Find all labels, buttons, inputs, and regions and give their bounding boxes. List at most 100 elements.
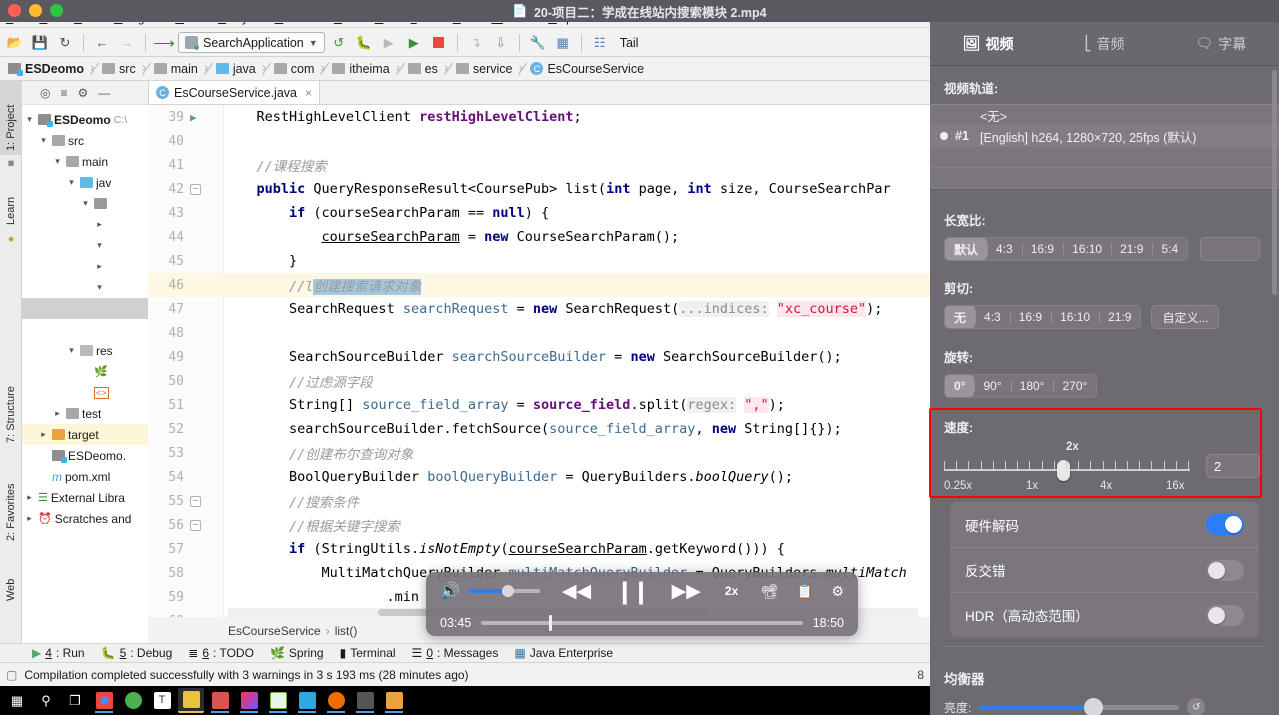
speed-value-input[interactable]: 2: [1206, 454, 1260, 478]
bottom-tab-run[interactable]: ▶4: Run: [32, 646, 85, 660]
toggle-switch[interactable]: [1206, 514, 1244, 535]
code-editor[interactable]: 39▶ RestHighLevelClient restHighLevelCli…: [148, 105, 930, 617]
more-options-icon[interactable]: ⚙: [831, 583, 844, 600]
brightness-reset-icon[interactable]: ↺: [1187, 698, 1205, 715]
aspect-ratio-option-默认[interactable]: 默认: [945, 238, 987, 260]
maximize-window-button[interactable]: [50, 4, 63, 17]
code-line-57[interactable]: 57 if (StringUtils.isNotEmpty(courseSear…: [148, 537, 930, 561]
tree-expand-arrow[interactable]: ▸: [24, 492, 35, 503]
toggle-switch[interactable]: [1206, 560, 1244, 581]
run-gutter-icon[interactable]: ▶: [190, 111, 197, 124]
tree-expand-arrow[interactable]: ▸: [24, 513, 35, 524]
crop-option-21:9[interactable]: 21:9: [1099, 306, 1140, 328]
editor-breadcrumb-method[interactable]: list(): [335, 624, 358, 638]
breadcrumb-item-com[interactable]: com: [274, 62, 318, 76]
tree-node-test[interactable]: ▸test: [22, 403, 148, 424]
sidebar-item-favorites[interactable]: 2: Favorites: [0, 453, 22, 545]
seek-slider[interactable]: [481, 621, 802, 625]
breadcrumb-item-main[interactable]: main: [154, 62, 201, 76]
code-line-51[interactable]: 51 String[] source_field_array = source_…: [148, 393, 930, 417]
project-structure-icon[interactable]: ▦: [552, 32, 574, 54]
stop-icon[interactable]: [428, 32, 450, 54]
code-fold-toggle[interactable]: –: [190, 184, 201, 195]
search-icon[interactable]: ⚲: [33, 688, 59, 713]
collapse-all-icon[interactable]: ≡: [60, 86, 67, 100]
sdk-icon[interactable]: ☷: [589, 32, 611, 54]
aspect-ratio-option-16:9[interactable]: 16:9: [1022, 238, 1063, 260]
tree-expand-arrow[interactable]: ▾: [94, 282, 105, 293]
code-line-48[interactable]: 48: [148, 321, 930, 345]
rewind-icon[interactable]: ◀◀: [562, 580, 591, 603]
tree-expand-arrow[interactable]: ▾: [80, 198, 91, 209]
brightness-slider-knob[interactable]: [1084, 698, 1103, 715]
cmd-icon[interactable]: [352, 688, 378, 713]
playlist-icon[interactable]: 📋: [796, 583, 813, 600]
tree-expand-arrow[interactable]: ▾: [94, 240, 105, 251]
tree-expand-arrow[interactable]: ▸: [38, 429, 49, 440]
tree-node-pom-xml[interactable]: mpom.xml: [22, 466, 148, 487]
breadcrumb-item-esdeomo[interactable]: ESDeomo: [8, 62, 87, 76]
tree-expand-arrow[interactable]: ▸: [94, 261, 105, 272]
tree-node[interactable]: ▾: [22, 277, 148, 298]
code-line-49[interactable]: 49 SearchSourceBuilder searchSourceBuild…: [148, 345, 930, 369]
aspect-ratio-option-5:4[interactable]: 5:4: [1152, 238, 1187, 260]
bottom-tab-terminal[interactable]: ▮Terminal: [340, 646, 396, 660]
back-arrow-icon[interactable]: ←: [91, 32, 113, 54]
toggle-switch[interactable]: [1206, 605, 1244, 626]
tree-node[interactable]: [22, 319, 148, 340]
webstorm-icon[interactable]: [294, 688, 320, 713]
tree-node-src[interactable]: ▾src: [22, 130, 148, 151]
sidebar-item-project[interactable]: 1: Project: [0, 81, 22, 155]
code-line-40[interactable]: 40: [148, 129, 930, 153]
video-track-list[interactable]: <无>#1[English] h264, 1280×720, 25fps (默认…: [930, 104, 1279, 190]
rotate-option-90[interactable]: 90°: [974, 375, 1010, 397]
settings-gear-icon[interactable]: ⚙: [78, 86, 89, 100]
volume-slider-knob[interactable]: [502, 585, 514, 597]
tree-node[interactable]: ▸: [22, 214, 148, 235]
code-fold-toggle[interactable]: –: [190, 520, 201, 531]
tree-node-res[interactable]: ▾res: [22, 340, 148, 361]
panel-scrollbar[interactable]: [1272, 70, 1277, 295]
firefox-icon[interactable]: [323, 688, 349, 713]
fast-forward-icon[interactable]: ▶▶: [672, 580, 701, 603]
run-with-coverage-icon[interactable]: ▶: [403, 32, 425, 54]
sidebar-item-structure[interactable]: 7: Structure: [0, 361, 22, 447]
aspect-ratio-option-16:10[interactable]: 16:10: [1063, 238, 1111, 260]
tree-node[interactable]: ▾: [22, 235, 148, 256]
code-line-55[interactable]: 55– //搜索条件: [148, 489, 930, 513]
breadcrumb-item-es[interactable]: es: [408, 62, 441, 76]
build-icon[interactable]: ↺: [328, 32, 350, 54]
bottom-tab-spring[interactable]: 🌿Spring: [270, 646, 324, 660]
code-line-50[interactable]: 50 //过虑源字段: [148, 369, 930, 393]
tree-node[interactable]: ▾: [22, 193, 148, 214]
sogou-icon[interactable]: [207, 688, 233, 713]
save-icon[interactable]: 💾: [29, 32, 51, 54]
bottom-tab-messages[interactable]: ☰0: Messages: [412, 646, 499, 660]
code-line-41[interactable]: 41 //课程搜索: [148, 153, 930, 177]
tree-node[interactable]: [22, 298, 148, 319]
tree-expand-arrow[interactable]: ▾: [66, 345, 77, 356]
code-line-53[interactable]: 53 //创建布尔查询对象: [148, 441, 930, 465]
tab-video[interactable]: 🖼 视频: [930, 22, 1046, 66]
video-track-row-2[interactable]: [930, 147, 1279, 168]
osd-speed-badge[interactable]: 2x: [725, 584, 738, 598]
debug-bug-icon[interactable]: 🐛: [353, 32, 375, 54]
close-icon[interactable]: ×: [305, 86, 312, 100]
tree-expand-arrow[interactable]: ▸: [52, 408, 63, 419]
tree-expand-arrow[interactable]: ▾: [66, 177, 77, 188]
code-line-46[interactable]: 46 //l创建搜索请求对象: [148, 273, 930, 297]
bottom-tab-todo[interactable]: ≣6: TODO: [188, 646, 254, 660]
speed-slider[interactable]: [944, 458, 1190, 472]
bottom-tab-debug[interactable]: 🐛5: Debug: [101, 646, 173, 660]
code-line-39[interactable]: 39▶ RestHighLevelClient restHighLevelCli…: [148, 105, 930, 129]
player-icon[interactable]: [178, 688, 204, 713]
step-over-icon[interactable]: ↴: [465, 32, 487, 54]
rotate-option-270[interactable]: 270°: [1053, 375, 1096, 397]
tree-node-target[interactable]: ▸target: [22, 424, 148, 445]
code-line-56[interactable]: 56– //根据关键字搜索: [148, 513, 930, 537]
crop-option-4:3[interactable]: 4:3: [975, 306, 1010, 328]
rotate-segmented-control[interactable]: 0°90°180°270°: [944, 374, 1097, 398]
typora-icon[interactable]: T: [149, 688, 175, 713]
close-window-button[interactable]: [8, 4, 21, 17]
target-icon[interactable]: ◎: [40, 86, 50, 100]
